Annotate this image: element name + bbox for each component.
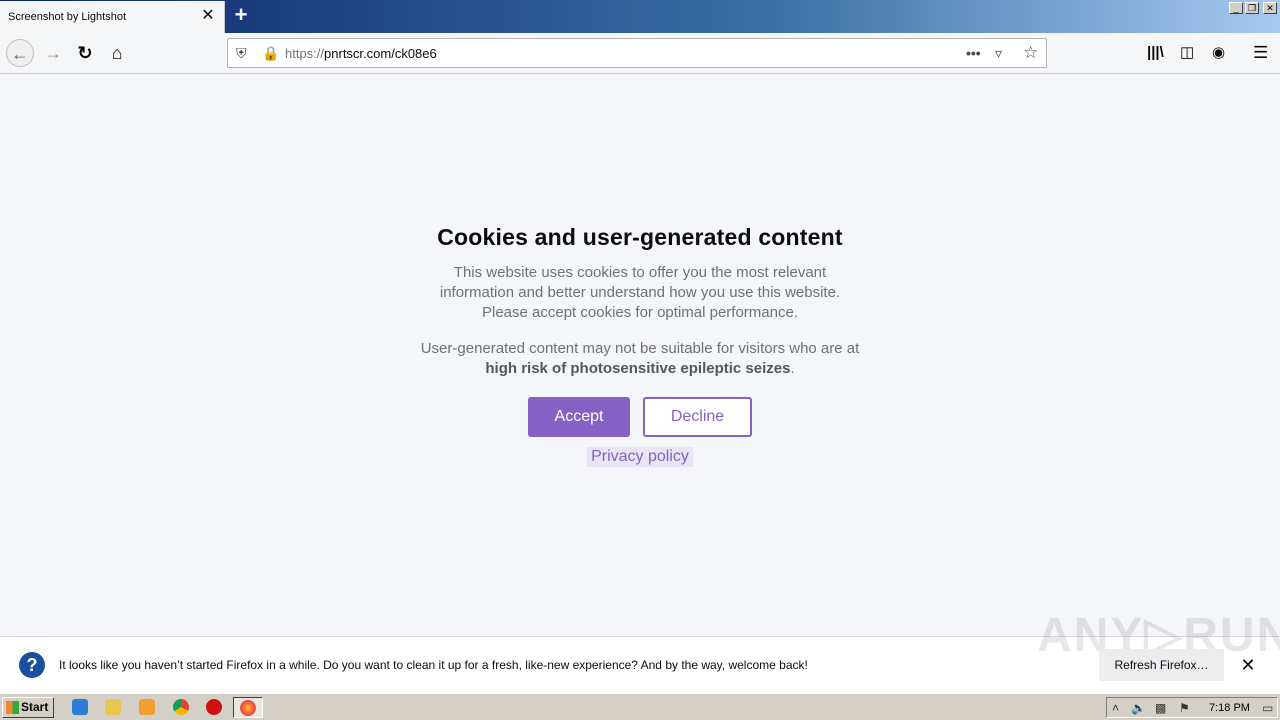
- navigation-toolbar: ← → ↻ ⌂ ⛨ 🔒 https://pnrtscr.com/ck08e6 •…: [0, 33, 1280, 74]
- arrow-right-icon: →: [44, 43, 62, 63]
- consent-line: information and better understand how yo…: [439, 284, 841, 301]
- accept-button[interactable]: Accept: [528, 397, 630, 437]
- decline-button[interactable]: Decline: [643, 397, 752, 437]
- media-player-icon[interactable]: [139, 699, 155, 715]
- seizure-warning: high risk of photosensitive epileptic se…: [485, 360, 791, 377]
- tab-active[interactable]: Screenshot by Lightshot ✕: [0, 1, 225, 33]
- new-tab-button[interactable]: +: [230, 4, 252, 27]
- taskbar-firefox-button[interactable]: [233, 697, 263, 718]
- volume-icon[interactable]: 🔈: [1131, 701, 1146, 715]
- arrow-left-icon: ←: [11, 44, 29, 64]
- reload-button[interactable]: ↻: [71, 39, 99, 67]
- tab-strip: Screenshot by Lightshot ✕ + _ ❐ ✕: [0, 0, 1280, 33]
- back-button[interactable]: ←: [6, 39, 34, 67]
- network-icon[interactable]: ▩: [1155, 701, 1166, 715]
- lock-icon[interactable]: 🔒: [262, 44, 279, 62]
- show-desktop-icon[interactable]: ▭: [1262, 701, 1273, 715]
- page-content: Cookies and user-generated content This …: [0, 74, 1280, 636]
- privacy-policy-link[interactable]: Privacy policy: [587, 447, 693, 467]
- action-center-flag-icon[interactable]: ⚑: [1179, 701, 1190, 715]
- consent-period: .: [790, 360, 795, 377]
- refresh-firefox-button[interactable]: Refresh Firefox…: [1099, 649, 1224, 681]
- consent-buttons: Accept Decline: [340, 397, 940, 437]
- consent-title: Cookies and user-generated content: [437, 224, 843, 250]
- close-window-button[interactable]: ✕: [1263, 2, 1277, 14]
- clock[interactable]: 7:18 PM: [1209, 702, 1250, 714]
- consent-ugc-text: User-generated content may not be suitab…: [340, 339, 940, 379]
- notification-close-icon[interactable]: ✕: [1238, 655, 1258, 675]
- consent-line: Please accept cookies for optimal perfor…: [482, 304, 798, 321]
- consent-line: This website uses cookies to offer you t…: [453, 264, 827, 281]
- account-icon[interactable]: ◉: [1212, 45, 1225, 61]
- menu-hamburger-icon[interactable]: ☰: [1253, 44, 1268, 61]
- restore-button[interactable]: ❐: [1245, 2, 1259, 14]
- home-button[interactable]: ⌂: [103, 39, 131, 67]
- sidebar-icon[interactable]: ◫: [1180, 45, 1194, 61]
- bookmark-star-icon[interactable]: ☆: [1023, 44, 1038, 62]
- chrome-icon[interactable]: [173, 699, 189, 715]
- pocket-icon[interactable]: ▿: [995, 44, 1002, 62]
- opera-icon[interactable]: [206, 699, 222, 715]
- library-icon[interactable]: |||\: [1147, 45, 1164, 61]
- taskbar: Start ˄ 🔈 ▩ ⚑ 7:18 PM ▭: [0, 693, 1280, 720]
- url-text[interactable]: https://pnrtscr.com/ck08e6: [285, 46, 437, 61]
- forward-button[interactable]: →: [39, 39, 67, 67]
- consent-cookie-text: This website uses cookies to offer you t…: [340, 263, 940, 323]
- notification-text: It looks like you haven’t started Firefo…: [59, 658, 808, 672]
- system-tray: ˄ 🔈 ▩ ⚑ 7:18 PM ▭: [1106, 697, 1278, 718]
- explorer-folder-icon[interactable]: [105, 699, 121, 715]
- consent-line: User-generated content may not be suitab…: [420, 340, 860, 357]
- question-icon: ?: [19, 652, 45, 678]
- notification-bar: ANY▷RUN ? It looks like you haven’t star…: [0, 609, 1280, 693]
- page-actions-icon[interactable]: •••: [966, 44, 981, 62]
- start-button[interactable]: Start: [2, 697, 54, 718]
- url-host: pnrtscr.com/ck08e6: [324, 46, 437, 61]
- reload-icon: ↻: [77, 43, 93, 63]
- home-icon: ⌂: [111, 43, 123, 63]
- tab-title: Screenshot by Lightshot: [8, 11, 127, 23]
- url-bar[interactable]: ⛨ 🔒 https://pnrtscr.com/ck08e6 ••• ▿ ☆: [227, 38, 1047, 68]
- internet-explorer-icon[interactable]: [72, 699, 88, 715]
- firefox-icon: [240, 700, 256, 716]
- windows-logo-icon: [6, 701, 19, 714]
- tray-expand-icon[interactable]: ˄: [1112, 701, 1119, 715]
- tab-close-icon[interactable]: ✕: [199, 7, 217, 25]
- cookie-consent-dialog: Cookies and user-generated content This …: [340, 224, 940, 467]
- url-scheme: https://: [285, 46, 325, 61]
- start-label: Start: [21, 700, 49, 714]
- tracking-shield-icon[interactable]: ⛨: [236, 44, 247, 62]
- minimize-button[interactable]: _: [1229, 2, 1243, 14]
